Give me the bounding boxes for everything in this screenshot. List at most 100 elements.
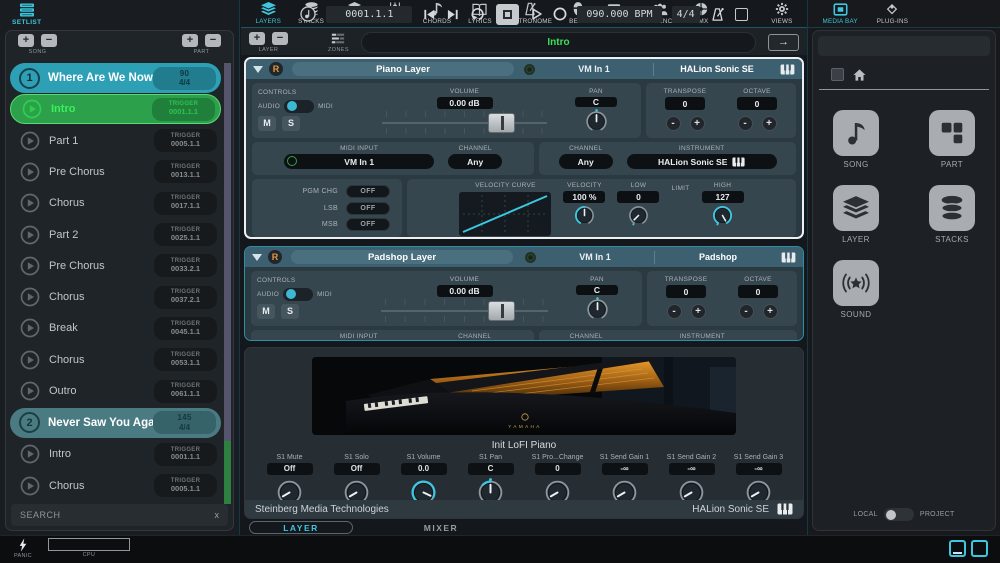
play-circle-icon[interactable] [20,476,40,496]
solo-button[interactable]: S [281,304,299,319]
setlist-part-row[interactable]: Intro TRIGGER 0001.1.1 [9,439,222,470]
local-project-toggle[interactable] [883,508,914,521]
volume-slider[interactable] [379,298,549,323]
param-value[interactable]: -∞ [601,463,648,475]
layer-plugin-name[interactable]: Padshop [664,252,772,262]
record-button[interactable] [553,7,567,21]
tab-media-bay[interactable]: MEDIA BAY [814,0,866,27]
midi-input-select[interactable]: VM In 1 [284,154,435,169]
layout-button-2[interactable] [971,540,988,557]
play-circle-icon[interactable] [20,131,40,151]
transpose-value[interactable]: 0 [666,285,706,298]
mute-button[interactable]: M [257,304,275,319]
lsb-button[interactable]: OFF [346,201,390,215]
panic-button[interactable]: PANIC [14,538,32,559]
setlist-song-row[interactable]: 2 Never Saw You Again1454/4 [10,407,221,438]
transpose-plus-button[interactable]: + [689,116,705,131]
msb-button[interactable]: OFF [346,217,390,231]
param-value[interactable]: Off [266,463,313,475]
scrollbar-song1[interactable] [224,63,231,441]
low-limit-knob[interactable] [627,204,650,227]
stop-button[interactable] [496,3,520,25]
solo-button[interactable]: S [282,116,300,131]
setlist-part-row[interactable]: Outro TRIGGER 0061.1.1 [9,375,222,406]
volume-value[interactable]: 0.00 dB [436,97,493,110]
add-part-button[interactable]: + [182,34,198,47]
setlist-part-row[interactable]: Pre Chorus TRIGGER 0013.1.1 [9,156,222,187]
record-arm-button[interactable]: R [268,250,282,264]
add-song-button[interactable]: + [18,34,34,47]
layer-plugin-name[interactable]: HALion Sonic SE [663,64,771,74]
octave-value[interactable]: 0 [737,97,777,110]
param-value[interactable]: Off [333,463,380,475]
play-circle-icon[interactable] [20,318,40,338]
media-bay-part-button[interactable]: PART [913,110,991,169]
pan-knob[interactable] [585,297,610,322]
media-filter-checkbox[interactable] [831,68,844,81]
scrollbar-song2[interactable] [224,441,231,504]
layer-midi-source[interactable]: VM In 1 [545,252,645,262]
pan-knob[interactable] [584,109,609,134]
play-circle-icon[interactable] [20,444,40,464]
velocity-value[interactable]: 100 % [563,191,606,203]
play-circle-icon[interactable] [20,193,40,213]
collapse-triangle-icon[interactable] [252,253,262,261]
tempo-display[interactable]: 090.000 BPM [577,5,662,23]
layer-panel[interactable]: R Piano Layer VM In 1 HALion Sonic SE C O… [244,57,804,239]
octave-minus-button[interactable]: - [737,116,753,131]
setlist-part-row[interactable]: Chorus TRIGGER 0005.1.1 [9,470,222,501]
search-input[interactable]: SEARCH x [11,504,228,526]
retrigger-icon[interactable] [470,7,486,21]
high-limit-value[interactable]: 127 [701,191,744,203]
previous-button[interactable] [422,8,436,21]
octave-value[interactable]: 0 [738,285,778,298]
volume-value[interactable]: 0.00 dB [436,285,493,298]
octave-minus-button[interactable]: - [738,304,754,319]
volume-slider[interactable] [380,110,548,135]
setlist-part-row[interactable]: Chorus TRIGGER 0017.1.1 [9,188,222,219]
instrument-channel-select[interactable]: Any [558,154,613,169]
play-circle-icon[interactable] [20,225,40,245]
param-value[interactable]: C [467,463,514,475]
setlist-part-row[interactable]: Break TRIGGER 0045.1.1 [9,313,222,344]
play-circle-icon[interactable] [22,99,42,119]
setlist-part-row[interactable]: Part 1TRIGGER [9,501,222,502]
play-circle-icon[interactable] [20,381,40,401]
audio-midi-toggle[interactable] [284,99,315,113]
media-bay-stacks-button[interactable]: STACKS [913,185,991,244]
play-circle-icon[interactable] [20,162,40,182]
home-icon[interactable] [853,68,866,81]
transport-checkbox[interactable] [734,7,748,21]
octave-plus-button[interactable]: + [761,116,777,131]
next-button[interactable] [446,8,460,21]
layer-name[interactable]: Piano Layer [292,62,514,76]
layer-midi-source[interactable]: VM In 1 [544,64,644,74]
high-limit-knob[interactable] [711,204,734,227]
setlist-song-row[interactable]: 1 Where Are We Now 90 4/4 [10,63,221,93]
midi-channel-select[interactable]: Any [448,154,503,169]
pan-value[interactable]: C [575,97,617,107]
forward-button[interactable]: → [768,34,799,51]
velocity-knob[interactable] [573,204,596,227]
layer-header[interactable]: R Piano Layer VM In 1 HALion Sonic SE [246,59,802,79]
remove-part-button[interactable]: − [205,34,221,47]
keyboard-icon[interactable] [780,63,795,75]
setlist-part-row[interactable]: Pre Chorus TRIGGER 0033.2.1 [9,250,222,281]
transpose-value[interactable]: 0 [665,97,705,110]
setlist-part-row[interactable]: Part 1 TRIGGER 0005.1.1 [9,125,222,156]
layer-header[interactable]: R Padshop Layer VM In 1 Padshop [245,247,803,267]
metronome-icon[interactable] [710,7,725,22]
keyboard-icon[interactable] [781,251,796,263]
play-button[interactable] [529,7,543,21]
transpose-minus-button[interactable]: - [665,116,681,131]
instrument-tab-mixer[interactable]: MIXER [389,521,493,534]
instrument-tab-layer[interactable]: LAYER [249,521,353,534]
transpose-plus-button[interactable]: + [690,304,706,319]
param-value[interactable]: 0 [534,463,581,475]
setlist-tab[interactable]: SETLIST [12,3,42,26]
record-arm-button[interactable]: R [269,62,283,76]
play-circle-icon[interactable] [20,256,40,276]
transpose-minus-button[interactable]: - [666,304,682,319]
layer-panel[interactable]: R Padshop Layer VM In 1 Padshop CONTROLS… [244,246,804,341]
param-value[interactable]: -∞ [735,463,782,475]
